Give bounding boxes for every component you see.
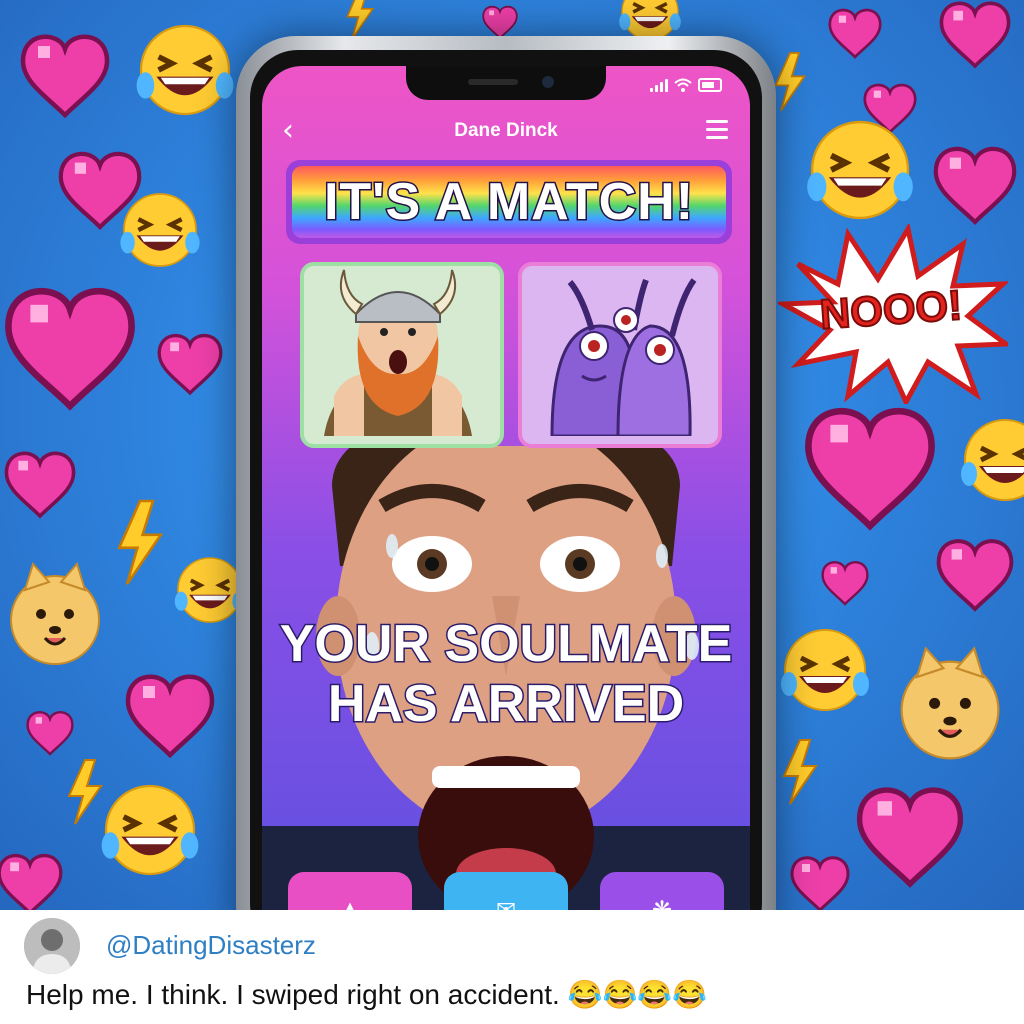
match-banner-text: IT'S A MATCH!: [322, 172, 695, 233]
soulmate-caption: YOUR SOULMATE HAS ARRIVED: [262, 614, 750, 735]
alien-cartoon-card[interactable]: [518, 262, 722, 448]
viking-cartoon-card[interactable]: [300, 262, 504, 448]
tweet-text: Help me. I think. I swiped right on acci…: [26, 979, 708, 1010]
speaker-grille: [468, 79, 518, 85]
avatar[interactable]: [24, 918, 80, 974]
match-banner: IT'S A MATCH!: [286, 160, 732, 244]
caption-line-1: YOUR SOULMATE: [278, 614, 734, 675]
avatar-icon: [24, 918, 80, 974]
phone-frame: ‹ Dane Dinck IT'S A MATCH! YOUR SOULMATE…: [236, 36, 776, 966]
tweet-footer: @DatingDisasterz Help me. I think. I swi…: [0, 910, 1024, 1024]
app-bar: ‹ Dane Dinck: [262, 112, 750, 156]
battery-icon: [698, 78, 722, 92]
viking-cartoon-image: [324, 269, 472, 436]
front-camera: [542, 76, 554, 88]
tweet-handle[interactable]: @DatingDisasterz: [106, 930, 316, 961]
phone-notch: [406, 66, 606, 100]
phone-screen: ‹ Dane Dinck IT'S A MATCH! YOUR SOULMATE…: [262, 66, 750, 946]
hamburger-menu-icon[interactable]: [706, 120, 728, 144]
alien-cartoon-image: [550, 278, 697, 438]
signal-icon: [650, 79, 668, 92]
wifi-icon: [674, 78, 692, 92]
chat-title: Dane Dinck: [454, 120, 558, 141]
status-bar: [650, 78, 722, 92]
caption-line-2: HAS ARRIVED: [326, 674, 685, 735]
rainbow-background: IT'S A MATCH!: [292, 166, 726, 238]
